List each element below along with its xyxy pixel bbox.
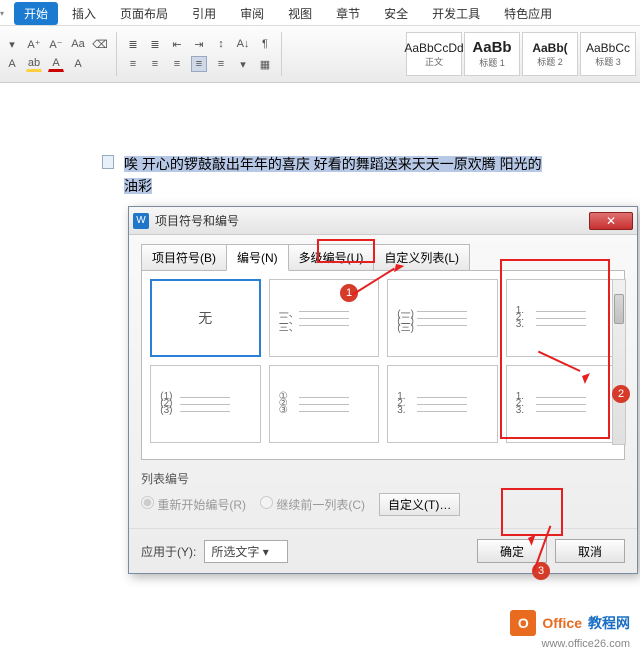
scrollbar-thumb[interactable] — [614, 294, 624, 324]
tab-special[interactable]: 特色应用 — [494, 2, 562, 25]
change-case-icon[interactable]: Aa — [70, 36, 86, 52]
sort-icon[interactable]: A↓ — [235, 36, 251, 52]
dialog-title: 项目符号和编号 — [155, 212, 239, 229]
styles-gallery: AaBbCcDd正文 AaBb标题 1 AaBb(标题 2 AaBbCc标题 3 — [406, 32, 636, 76]
tab-review[interactable]: 审阅 — [230, 2, 274, 25]
list-numbering-label: 列表编号 — [141, 470, 625, 487]
dialog-pane: 无 — [141, 270, 625, 460]
dialog-bottom: 应用于(Y): 所选文字 ▾ 确定 取消 — [129, 528, 637, 573]
style-heading2[interactable]: AaBb(标题 2 — [522, 32, 578, 76]
numbering-option-4[interactable] — [150, 365, 261, 443]
watermark-logo-icon: O — [510, 610, 536, 636]
font-color-icon[interactable]: A — [48, 56, 64, 72]
tab-numbering[interactable]: 编号(N) — [226, 244, 289, 271]
tab-dropdown-icon[interactable]: ▾ — [0, 9, 4, 18]
distribute-icon[interactable]: ≡ — [213, 56, 229, 72]
char-shading-icon[interactable]: A — [70, 56, 86, 72]
numbering-option-6[interactable] — [387, 365, 498, 443]
shading-icon[interactable]: ▾ — [235, 56, 251, 72]
numbering-icon[interactable]: ≣ — [147, 36, 163, 52]
grow-font-icon[interactable]: A⁺ — [26, 36, 42, 52]
watermark-brand-2: 教程网 — [588, 613, 630, 633]
text-effects-icon[interactable]: A — [4, 56, 20, 72]
tab-view[interactable]: 视图 — [278, 2, 322, 25]
font-select[interactable]: ▾ — [4, 36, 20, 52]
document-line-1: 唉 开心的锣鼓敲出年年的喜庆 好看的舞蹈送来天天一原欢腾 阳光的 — [124, 153, 620, 175]
numbering-option-5[interactable] — [269, 365, 380, 443]
numbering-option-none[interactable]: 无 — [150, 279, 261, 357]
tab-reference[interactable]: 引用 — [182, 2, 226, 25]
dialog-titlebar[interactable]: W 项目符号和编号 ✕ — [129, 207, 637, 235]
bullets-numbering-dialog: W 项目符号和编号 ✕ 项目符号(B) 编号(N) 多级编号(U) 自定义列表(… — [128, 206, 638, 574]
watermark-brand-1: Office — [542, 615, 582, 631]
radio-restart[interactable]: 重新开始编号(R) — [141, 496, 246, 513]
tab-start[interactable]: 开始 — [14, 2, 58, 25]
tab-chapter[interactable]: 章节 — [326, 2, 370, 25]
document-area: 唉 开心的锣鼓敲出年年的喜庆 好看的舞蹈送来天天一原欢腾 阳光的 油彩 — [0, 83, 640, 198]
paragraph-group: ≣ ≣ ⇤ ⇥ ↕ A↓ ¶ ≡ ≡ ≡ ≡ ≡ ▾ ▦ — [125, 36, 273, 72]
align-justify-icon[interactable]: ≡ — [191, 56, 207, 72]
style-heading1[interactable]: AaBb标题 1 — [464, 32, 520, 76]
tab-customlist[interactable]: 自定义列表(L) — [373, 244, 470, 271]
align-right-icon[interactable]: ≡ — [169, 56, 185, 72]
highlight-icon[interactable]: ab — [26, 56, 42, 72]
numbering-option-3[interactable] — [506, 279, 617, 357]
tab-insert[interactable]: 插入 — [62, 2, 106, 25]
align-center-icon[interactable]: ≡ — [147, 56, 163, 72]
show-marks-icon[interactable]: ¶ — [257, 36, 273, 52]
custom-button[interactable]: 自定义(T)… — [379, 493, 460, 516]
separator — [116, 32, 117, 76]
bullets-icon[interactable]: ≣ — [125, 36, 141, 52]
indent-right-icon[interactable]: ⇥ — [191, 36, 207, 52]
numbering-option-7[interactable] — [506, 365, 617, 443]
shrink-font-icon[interactable]: A⁻ — [48, 36, 64, 52]
options-scrollbar[interactable] — [612, 279, 626, 445]
numbering-option-1[interactable] — [269, 279, 380, 357]
borders-icon[interactable]: ▦ — [257, 56, 273, 72]
watermark: O Office教程网 www.office26.com — [510, 610, 630, 636]
tab-multilevel[interactable]: 多级编号(U) — [288, 244, 375, 271]
style-normal[interactable]: AaBbCcDd正文 — [406, 32, 462, 76]
app-icon: W — [133, 213, 149, 229]
list-numbering-section: 列表编号 重新开始编号(R) 继续前一列表(C) 自定义(T)… — [141, 470, 625, 516]
ok-button[interactable]: 确定 — [477, 539, 547, 563]
document-page[interactable]: 唉 开心的锣鼓敲出年年的喜庆 好看的舞蹈送来天天一原欢腾 阳光的 油彩 — [20, 153, 620, 198]
close-button[interactable]: ✕ — [589, 212, 633, 230]
watermark-url: www.office26.com — [542, 638, 630, 650]
align-left-icon[interactable]: ≡ — [125, 56, 141, 72]
document-line-2: 油彩 — [124, 175, 620, 197]
font-group: ▾ A⁺ A⁻ Aa ⌫ A ab A A — [4, 36, 108, 72]
tab-devtools[interactable]: 开发工具 — [422, 2, 490, 25]
radio-continue[interactable]: 继续前一列表(C) — [260, 496, 365, 513]
line-spacing-icon[interactable]: ↕ — [213, 36, 229, 52]
indent-left-icon[interactable]: ⇤ — [169, 36, 185, 52]
apply-to-select[interactable]: 所选文字 ▾ — [204, 540, 287, 563]
cancel-button[interactable]: 取消 — [555, 539, 625, 563]
dialog-tabs: 项目符号(B) 编号(N) 多级编号(U) 自定义列表(L) — [141, 243, 625, 270]
apply-to-label: 应用于(Y): — [141, 543, 196, 560]
ribbon-tab-strip: ▾ 开始 插入 页面布局 引用 审阅 视图 章节 安全 开发工具 特色应用 — [0, 0, 640, 25]
page-break-icon — [102, 155, 114, 169]
separator — [281, 32, 282, 76]
style-heading3[interactable]: AaBbCc标题 3 — [580, 32, 636, 76]
tab-pagelayout[interactable]: 页面布局 — [110, 2, 178, 25]
ribbon-body: ▾ A⁺ A⁻ Aa ⌫ A ab A A ≣ ≣ ⇤ ⇥ ↕ A↓ ¶ ≡ ≡… — [0, 25, 640, 83]
tab-security[interactable]: 安全 — [374, 2, 418, 25]
clear-format-icon[interactable]: ⌫ — [92, 36, 108, 52]
numbering-option-2[interactable] — [387, 279, 498, 357]
tab-bullets[interactable]: 项目符号(B) — [141, 244, 227, 271]
